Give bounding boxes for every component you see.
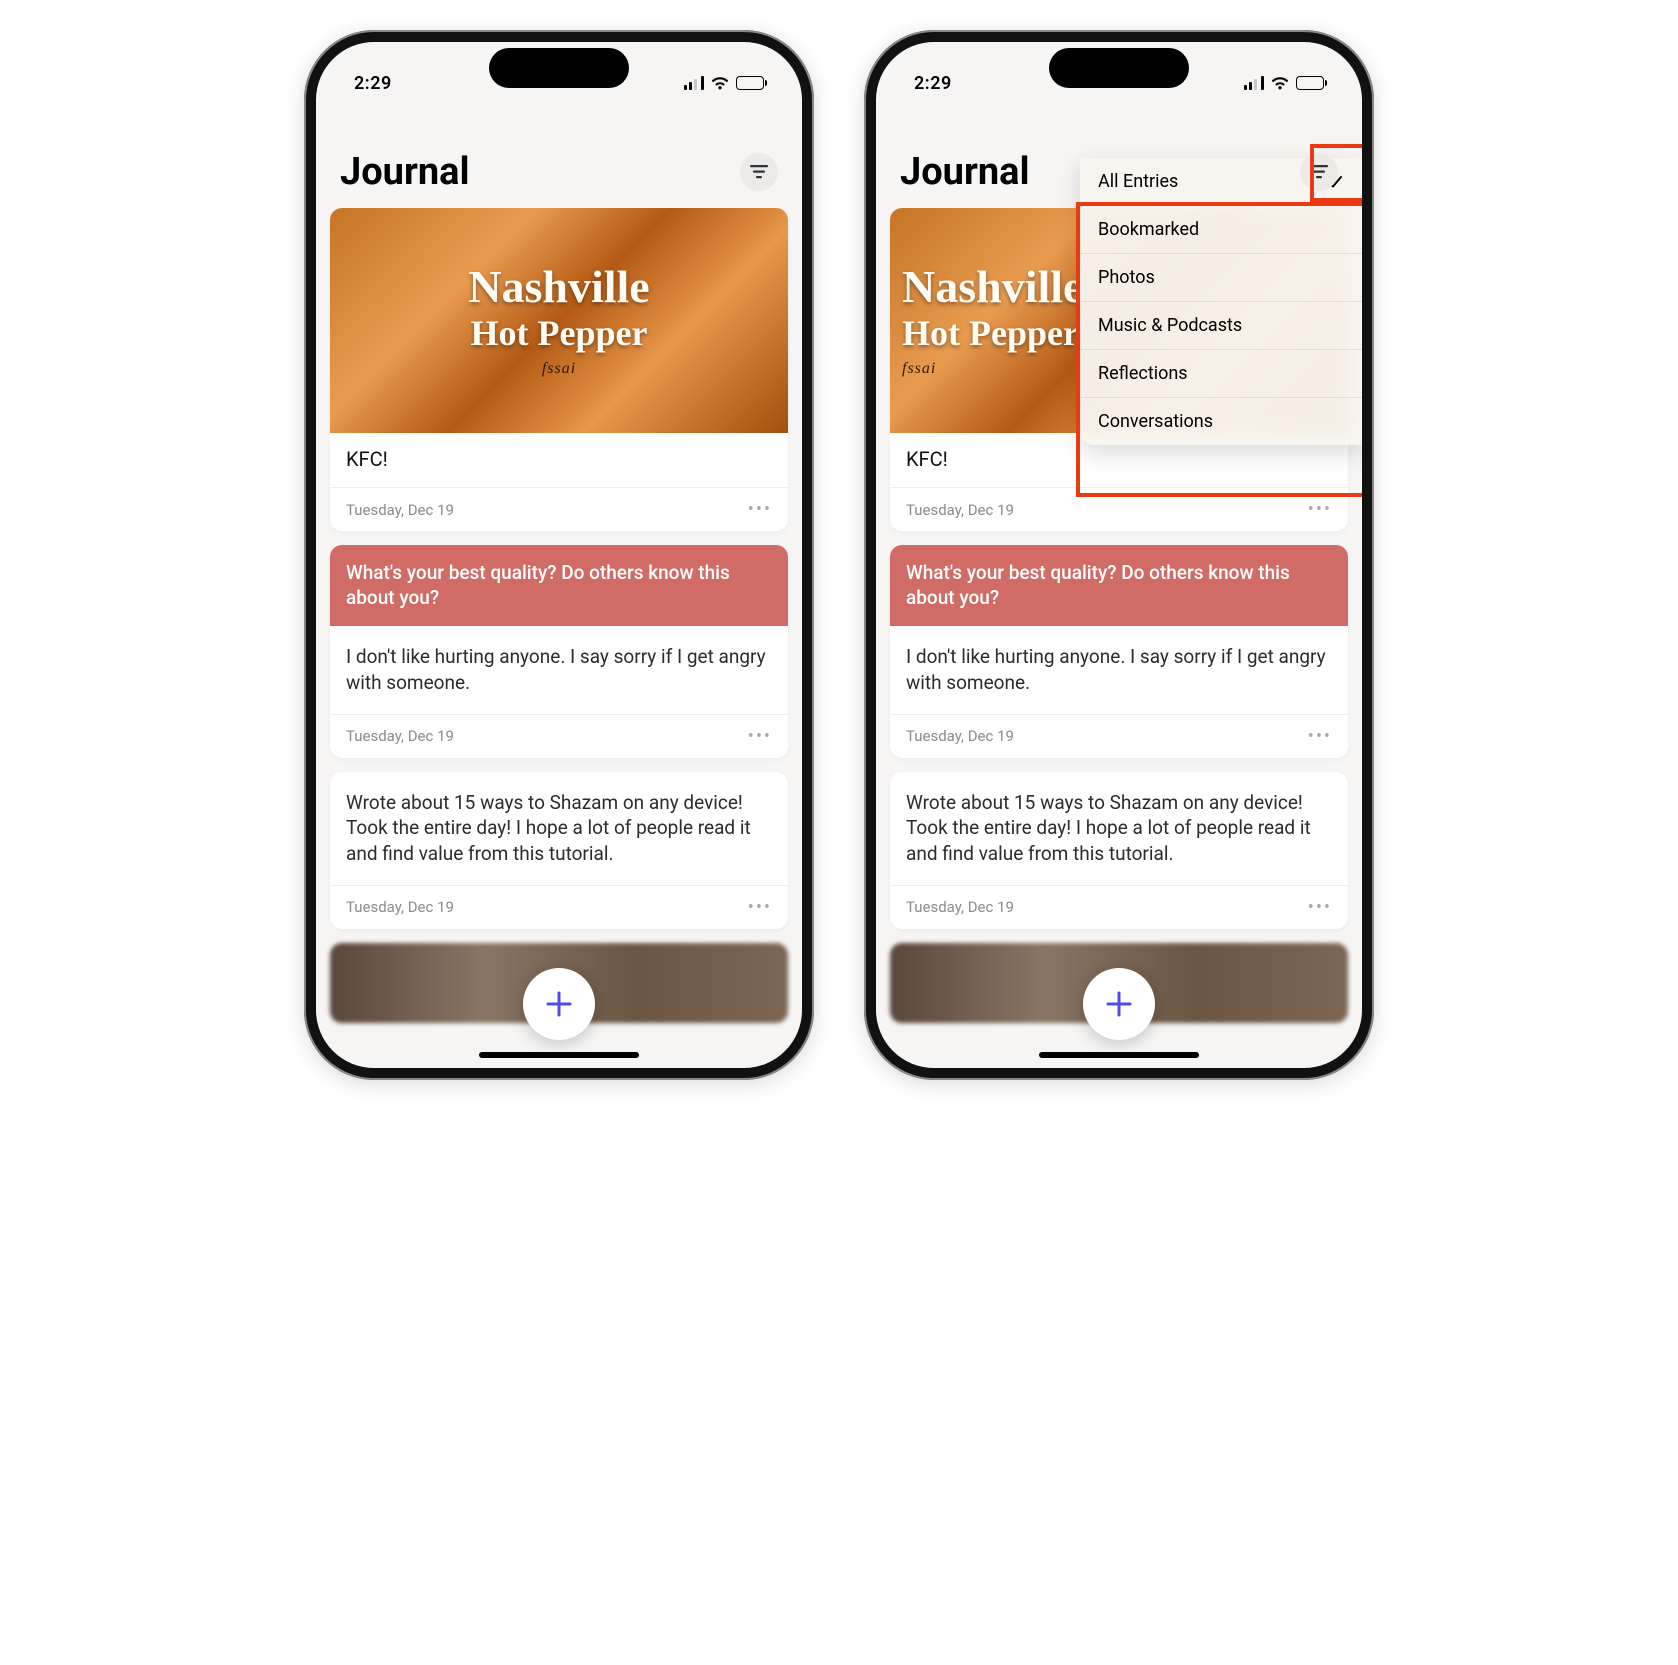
- filter-item-label: All Entries: [1098, 171, 1178, 192]
- screen-left: 2:29 Journal Nashville Hot Pepper fssai …: [316, 42, 802, 1068]
- entry-footer: Tuesday, Dec 19 •••: [330, 714, 788, 758]
- entry-card[interactable]: Nashville Hot Pepper fssai KFC! Tuesday,…: [330, 208, 788, 531]
- filter-menu: All Entries Bookmarked Photos Music & Po…: [1080, 158, 1362, 445]
- home-indicator[interactable]: [1039, 1052, 1199, 1058]
- entry-card[interactable]: What's your best quality? Do others know…: [330, 545, 788, 758]
- phone-frame-right: 2:29 Journal All Entries Bookma: [864, 30, 1374, 1080]
- filter-item-label: Reflections: [1098, 363, 1188, 384]
- filter-item-music-podcasts[interactable]: Music & Podcasts: [1080, 302, 1362, 350]
- entry-body: Wrote about 15 ways to Shazam on any dev…: [330, 772, 788, 885]
- header: Journal: [316, 102, 802, 208]
- filter-button[interactable]: [740, 153, 778, 191]
- filter-item-label: Music & Podcasts: [1098, 315, 1242, 336]
- entry-footer: Tuesday, Dec 19 •••: [890, 885, 1348, 929]
- entry-more-button[interactable]: •••: [1308, 726, 1332, 747]
- entry-image: Nashville Hot Pepper fssai: [330, 208, 788, 433]
- screen-right: 2:29 Journal All Entries Bookma: [876, 42, 1362, 1068]
- plus-icon: [544, 989, 574, 1019]
- entry-footer: Tuesday, Dec 19 •••: [890, 714, 1348, 758]
- filter-item-bookmarked[interactable]: Bookmarked: [1080, 206, 1362, 254]
- entry-more-button[interactable]: •••: [748, 726, 772, 747]
- image-text-1: Nashville: [468, 263, 649, 311]
- add-entry-button[interactable]: [1083, 968, 1155, 1040]
- filter-item-reflections[interactable]: Reflections: [1080, 350, 1362, 398]
- filter-item-label: Photos: [1098, 267, 1155, 288]
- entry-more-button[interactable]: •••: [748, 897, 772, 918]
- image-text-1: Nashville: [902, 263, 1083, 311]
- page-title: Journal: [900, 150, 1030, 194]
- filter-item-label: Bookmarked: [1098, 219, 1199, 240]
- header: Journal All Entries Bookmarked Photos: [876, 102, 1362, 208]
- wifi-icon: [1270, 76, 1290, 90]
- plus-icon: [1104, 989, 1134, 1019]
- image-mark: fssai: [902, 360, 936, 378]
- entry-date: Tuesday, Dec 19: [906, 898, 1014, 916]
- entry-more-button[interactable]: •••: [748, 499, 772, 520]
- filter-button[interactable]: [1300, 153, 1338, 191]
- entry-more-button[interactable]: •••: [1308, 499, 1332, 520]
- dynamic-island: [1049, 48, 1189, 88]
- status-time: 2:29: [354, 73, 392, 94]
- entry-body: I don't like hurting anyone. I say sorry…: [330, 626, 788, 713]
- entry-date: Tuesday, Dec 19: [906, 501, 1014, 519]
- filter-item-conversations[interactable]: Conversations: [1080, 398, 1362, 445]
- filter-icon: [1310, 165, 1328, 179]
- wifi-icon: [710, 76, 730, 90]
- entry-card[interactable]: Wrote about 15 ways to Shazam on any dev…: [330, 772, 788, 929]
- filter-icon: [750, 165, 768, 179]
- filter-item-label: Conversations: [1098, 411, 1213, 432]
- cellular-icon: [684, 76, 704, 90]
- entry-card[interactable]: Wrote about 15 ways to Shazam on any dev…: [890, 772, 1348, 929]
- image-mark: fssai: [542, 360, 576, 378]
- add-entry-button[interactable]: [523, 968, 595, 1040]
- entry-card[interactable]: What's your best quality? Do others know…: [890, 545, 1348, 758]
- entry-more-button[interactable]: •••: [1308, 897, 1332, 918]
- image-text-2: Hot Pepper: [902, 312, 1079, 354]
- entry-footer: Tuesday, Dec 19 •••: [330, 885, 788, 929]
- filter-item-photos[interactable]: Photos: [1080, 254, 1362, 302]
- content: Nashville Hot Pepper fssai KFC! Tuesday,…: [316, 208, 802, 1023]
- entry-date: Tuesday, Dec 19: [906, 727, 1014, 745]
- status-icons: [1244, 76, 1324, 90]
- entry-date: Tuesday, Dec 19: [346, 898, 454, 916]
- reflection-prompt: What's your best quality? Do others know…: [890, 545, 1348, 626]
- status-icons: [684, 76, 764, 90]
- page-title: Journal: [340, 150, 470, 194]
- entry-body: Wrote about 15 ways to Shazam on any dev…: [890, 772, 1348, 885]
- home-indicator[interactable]: [479, 1052, 639, 1058]
- cellular-icon: [1244, 76, 1264, 90]
- battery-icon: [1296, 76, 1324, 90]
- status-time: 2:29: [914, 73, 952, 94]
- phone-frame-left: 2:29 Journal Nashville Hot Pepper fssai …: [304, 30, 814, 1080]
- entry-body: I don't like hurting anyone. I say sorry…: [890, 626, 1348, 713]
- entry-title: KFC!: [330, 433, 788, 487]
- entry-date: Tuesday, Dec 19: [346, 501, 454, 519]
- image-text-2: Hot Pepper: [471, 312, 648, 354]
- reflection-prompt: What's your best quality? Do others know…: [330, 545, 788, 626]
- entry-footer: Tuesday, Dec 19 •••: [330, 487, 788, 531]
- entry-date: Tuesday, Dec 19: [346, 727, 454, 745]
- battery-icon: [736, 76, 764, 90]
- dynamic-island: [489, 48, 629, 88]
- entry-footer: Tuesday, Dec 19 •••: [890, 487, 1348, 531]
